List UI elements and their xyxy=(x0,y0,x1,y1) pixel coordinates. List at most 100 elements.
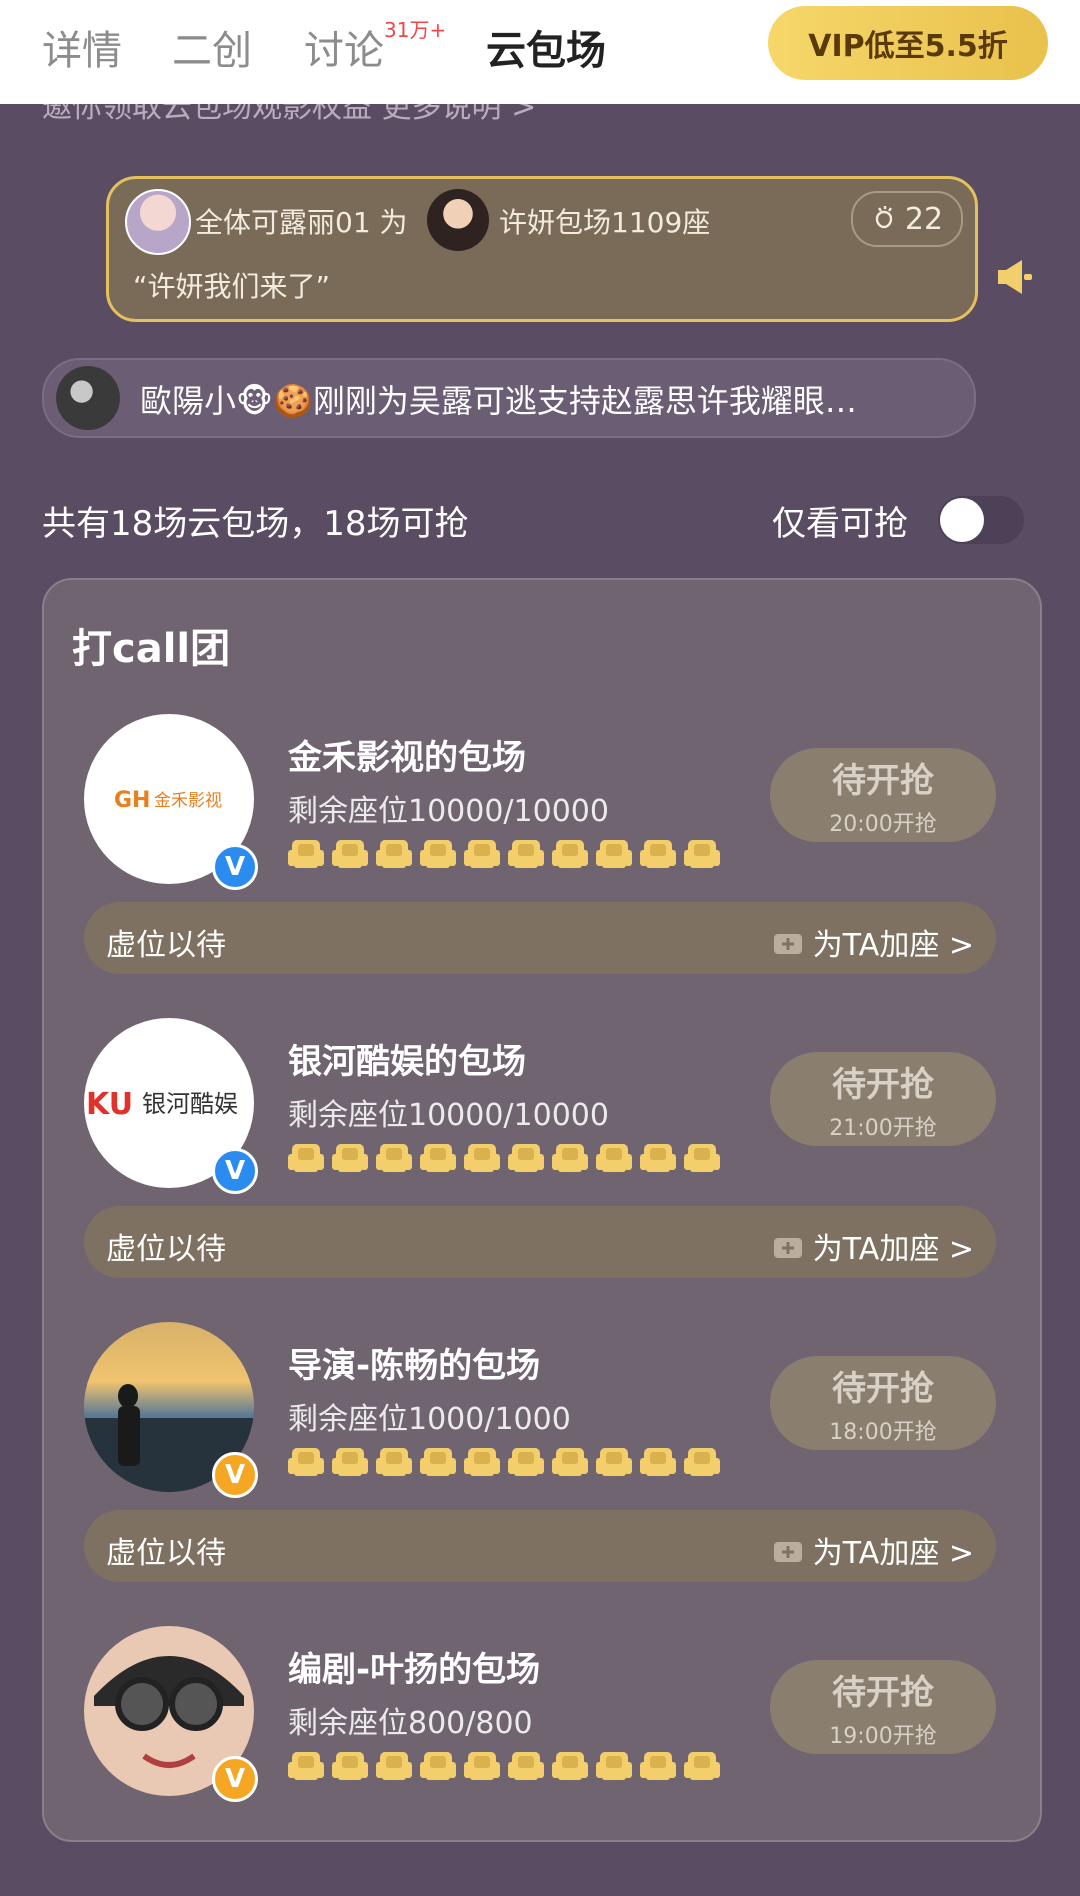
vacancy-label: 虚位以待 xyxy=(106,1232,226,1267)
seat-icon xyxy=(508,1144,544,1172)
target-avatar xyxy=(427,189,489,251)
seat-icon xyxy=(552,840,588,868)
grab-label: 待开抢 xyxy=(832,760,934,801)
tab-discussion[interactable]: 讨论 xyxy=(304,18,384,76)
grab-time: 21:00开抢 xyxy=(829,1115,937,1141)
panel-title: 打call团 xyxy=(72,626,231,672)
add-seat-link[interactable]: 为TA加座 > xyxy=(771,1528,974,1572)
seat-icon xyxy=(640,1144,676,1172)
remaining-seats: 剩余座位10000/10000 xyxy=(288,1098,609,1133)
seat-icon xyxy=(640,1448,676,1476)
seat-icons xyxy=(288,1140,720,1174)
seat-icon xyxy=(552,1144,588,1172)
cheer-supporter-text: 全体可露丽01 为 xyxy=(195,206,408,239)
vacancy-bar[interactable]: 虚位以待 为TA加座 > xyxy=(84,1510,996,1582)
verified-badge-icon: V xyxy=(212,1452,258,1498)
vip-discount-button[interactable]: VIP低至5.5折 xyxy=(768,6,1048,80)
seat-icon xyxy=(464,840,500,868)
grab-button[interactable]: 待开抢 21:00开抢 xyxy=(770,1052,996,1146)
seat-icons xyxy=(288,1444,720,1478)
svg-text:金禾影视: 金禾影视 xyxy=(154,791,222,811)
seat-icon xyxy=(332,1448,368,1476)
grab-time: 20:00开抢 xyxy=(829,811,937,837)
remaining-seats: 剩余座位1000/1000 xyxy=(288,1402,571,1437)
seat-icon xyxy=(376,1144,412,1172)
grab-label: 待开抢 xyxy=(832,1672,934,1713)
supporter-avatar xyxy=(125,189,191,255)
seat-icon xyxy=(684,1752,720,1780)
clap-count: 22 xyxy=(904,201,944,237)
grab-button[interactable]: 待开抢 20:00开抢 xyxy=(770,748,996,842)
top-tab-bar: 详情 二创 讨论 31万+ 云包场 VIP低至5.5折 xyxy=(0,0,1080,104)
grab-button[interactable]: 待开抢 18:00开抢 xyxy=(770,1356,996,1450)
add-seat-icon xyxy=(773,934,802,954)
grab-label: 待开抢 xyxy=(832,1368,934,1409)
yinhe-logo: KU 银河酷娱 xyxy=(86,1087,238,1122)
seat-icon xyxy=(420,1752,456,1780)
verified-badge-icon: V xyxy=(212,844,258,890)
add-seat-icon xyxy=(773,1542,802,1562)
seat-icon xyxy=(376,1448,412,1476)
seat-icons xyxy=(288,1748,720,1782)
seat-icon xyxy=(288,1144,324,1172)
verified-badge-icon: V xyxy=(212,1148,258,1194)
seat-icon xyxy=(464,1752,500,1780)
vacancy-label: 虚位以待 xyxy=(106,1536,226,1571)
seat-icon xyxy=(596,1144,632,1172)
cheer-target-text: 许妍包场1109座 xyxy=(499,206,711,239)
grab-time: 18:00开抢 xyxy=(829,1419,937,1445)
seat-icon xyxy=(640,840,676,868)
booking-item: KU 银河酷娱 V 银河酷娱的包场 剩余座位10000/10000 待开抢 21… xyxy=(84,1018,998,1288)
verified-badge-icon: V xyxy=(212,1756,258,1802)
booking-name: 银河酷娱的包场 xyxy=(288,1042,526,1082)
seat-icon xyxy=(508,1448,544,1476)
cheer-card[interactable]: 全体可露丽01 为 许妍包场1109座 “许妍我们来了” 22 xyxy=(106,176,978,322)
tab-cloud-booking[interactable]: 云包场 xyxy=(486,18,606,76)
add-seat-label: 为TA加座 > xyxy=(812,1232,974,1267)
seat-icon xyxy=(420,840,456,868)
seat-icon xyxy=(420,1144,456,1172)
seat-icon xyxy=(288,840,324,868)
seat-icon xyxy=(596,1752,632,1780)
available-only-toggle[interactable] xyxy=(938,496,1024,544)
support-ticker[interactable]: 歐陽小🐵🍪刚刚为吴露可逃支持赵露思许我耀眼… xyxy=(42,358,976,438)
seat-icon xyxy=(552,1752,588,1780)
ticker-text: 歐陽小🐵🍪刚刚为吴露可逃支持赵露思许我耀眼… xyxy=(140,382,857,420)
seat-icon xyxy=(376,1752,412,1780)
seat-icon xyxy=(420,1448,456,1476)
grab-label: 待开抢 xyxy=(832,1064,934,1105)
booking-name: 导演-陈畅的包场 xyxy=(288,1346,541,1386)
cheer-message: “许妍我们来了” xyxy=(133,270,331,303)
svg-text:KU: KU xyxy=(86,1087,133,1122)
add-seat-label: 为TA加座 > xyxy=(812,1536,974,1571)
clap-button[interactable]: 22 xyxy=(851,191,963,247)
discussion-count-badge: 31万+ xyxy=(384,18,447,42)
megaphone-icon[interactable] xyxy=(994,256,1036,298)
seat-icon xyxy=(288,1752,324,1780)
booking-name: 编剧-叶扬的包场 xyxy=(288,1650,541,1690)
vacancy-bar[interactable]: 虚位以待 为TA加座 > xyxy=(84,902,996,974)
tab-fan-creations[interactable]: 二创 xyxy=(172,18,252,76)
booking-name: 金禾影视的包场 xyxy=(288,738,526,778)
seat-icons xyxy=(288,836,720,870)
add-seat-icon xyxy=(773,1238,802,1258)
booking-item: V 编剧-叶扬的包场 剩余座位800/800 待开抢 19:00开抢 xyxy=(84,1626,998,1896)
seat-icon xyxy=(332,1144,368,1172)
ticker-user-avatar xyxy=(56,366,120,430)
remaining-seats: 剩余座位800/800 xyxy=(288,1706,533,1741)
available-only-label: 仅看可抢 xyxy=(772,504,908,544)
vacancy-bar[interactable]: 虚位以待 为TA加座 > xyxy=(84,1206,996,1278)
add-seat-link[interactable]: 为TA加座 > xyxy=(771,920,974,964)
seat-icon xyxy=(684,1144,720,1172)
grab-time: 19:00开抢 xyxy=(829,1723,937,1749)
seat-icon xyxy=(464,1144,500,1172)
remaining-seats: 剩余座位10000/10000 xyxy=(288,794,609,829)
add-seat-label: 为TA加座 > xyxy=(812,928,974,963)
tab-details[interactable]: 详情 xyxy=(42,18,122,76)
seat-icon xyxy=(332,1752,368,1780)
booking-item: V 导演-陈畅的包场 剩余座位1000/1000 待开抢 18:00开抢 虚位以… xyxy=(84,1322,998,1592)
grab-button[interactable]: 待开抢 19:00开抢 xyxy=(770,1660,996,1754)
jinhe-logo: GH 金禾影视 xyxy=(114,788,222,813)
add-seat-link[interactable]: 为TA加座 > xyxy=(771,1224,974,1268)
vacancy-label: 虚位以待 xyxy=(106,928,226,963)
